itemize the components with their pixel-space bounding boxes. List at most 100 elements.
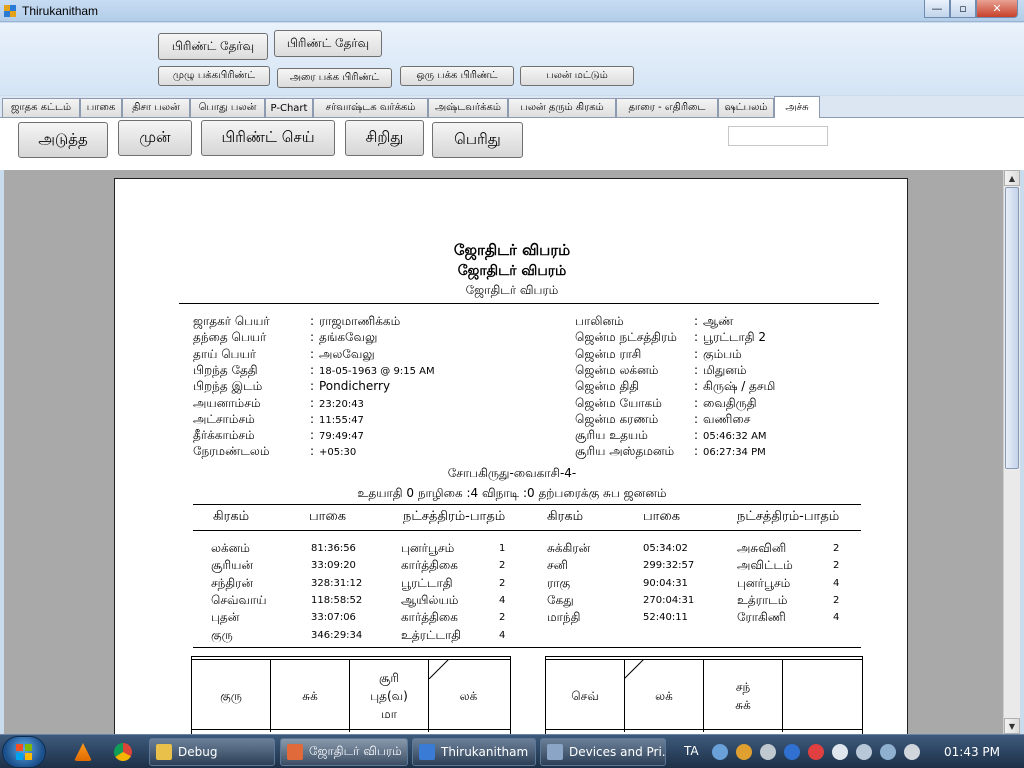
planet-degree: 90:04:31 [643,577,688,589]
tab-thaarai-ethiridai[interactable]: தாரை - எதிரிடை [616,98,718,117]
scroll-up-arrow-icon[interactable]: ▲ [1004,170,1020,186]
grid-header-divider [193,530,861,531]
network-icon[interactable] [880,744,896,760]
app-icon [4,4,16,17]
detail-label: தந்தை பெயர் [193,330,267,345]
detail-label: அட்சாம்சம் [193,411,255,426]
result-only-button[interactable]: பலன் மட்டும் [520,66,634,86]
clock[interactable]: 01:43 PM [944,745,1000,759]
volume-icon[interactable] [856,744,872,760]
detail-label: ஜென்ம ராசி [575,346,642,361]
sync-icon[interactable] [832,744,848,760]
zoom-larger-button[interactable]: பெரிது [432,122,523,158]
detail-label: தாய் பெயர் [193,346,257,361]
planet-pada: 4 [833,612,840,624]
planet-degree: 52:40:11 [643,612,688,624]
planet-pada: 1 [499,543,506,554]
planet-name: சனி [547,558,568,573]
taskbar-item-debug[interactable]: Debug [149,738,275,766]
detail-row: ஜென்ம யோகம்: வைதிருதி [575,395,757,411]
detail-label: சூரிய அஸ்தமனம் [575,444,675,459]
detail-value: தங்கவேலு [319,330,378,345]
scroll-down-arrow-icon[interactable]: ▼ [1004,718,1020,734]
tab-strip: ஜாதக கட்டம் பாகை திசா பலன் பொது பலன் P-C… [0,96,1024,118]
action-center-icon[interactable] [760,744,776,760]
tab-disa-palan[interactable]: திசா பலன் [122,98,190,117]
taskbar-item-thirukanitham[interactable]: Thirukanitham [412,738,536,766]
page-number-input[interactable] [728,126,828,146]
start-button[interactable] [2,736,46,768]
detail-value: அலவேலு [319,346,375,361]
print-select-button-2[interactable]: பிரிண்ட் தேர்வு [274,30,382,57]
detail-colon: : [693,411,699,426]
tab-shadbalam[interactable]: ஷட்பலம் [718,98,774,117]
half-page-print-button[interactable]: அரை பக்க பிரிண்ட் [277,68,392,88]
year-line: சோபகிருது-வைகாசி-4- [447,466,577,480]
language-indicator[interactable]: TA [684,744,699,758]
tab-pothu-palan[interactable]: பொது பலன் [190,98,265,117]
vertical-scrollbar[interactable]: ▲ ▼ [1003,170,1020,734]
scrollbar-thumb[interactable] [1005,187,1019,469]
previous-button[interactable]: முன் [118,120,192,156]
close-button[interactable]: ✕ [976,0,1018,18]
detail-row: தந்தை பெயர்: தங்கவேலு [193,329,377,345]
detail-row: அட்சாம்சம்:11:55:47 [193,411,364,429]
chart-cell [783,660,862,732]
title-bar: Thirukanitham — ▫ ✕ [0,0,1024,22]
detail-colon: : [693,428,699,443]
chart-cell: குரு [192,660,271,732]
antivirus-icon[interactable] [808,744,824,760]
tab-p-chart[interactable]: P-Chart [265,98,313,117]
detail-colon: : [693,330,699,345]
full-page-print-button[interactable]: முழு பக்கபிரிண்ட் [158,66,270,86]
zoom-smaller-button[interactable]: சிறிது [345,120,424,156]
vlc-icon[interactable] [74,743,92,761]
minimize-button[interactable]: — [924,0,950,18]
chrome-icon[interactable] [114,743,132,761]
detail-value: வணிசை [703,411,751,426]
print-preview-controls: அடுத்த முன் பிரிண்ட் செய் சிறிது பெரிது [0,118,1024,170]
planet-star: அசுவினி [737,541,787,555]
planet-star: உத்ராடம் [737,592,788,607]
chart-planet: சூரி [378,671,400,685]
planet-degree: 118:58:52 [311,594,363,606]
chart-planet: செவ் [571,689,599,703]
planet-degree: 81:36:56 [311,543,356,554]
planet-pada: 4 [499,629,506,641]
planet-star: கார்த்திகை [401,558,458,573]
print-select-button-1[interactable]: பிரிண்ட் தேர்வு [158,33,268,60]
planet-star: பூரட்டாதி [401,575,453,590]
power-icon[interactable] [904,744,920,760]
detail-label: அயனாம்சம் [193,395,261,410]
detail-value: பூரட்டாதி 2 [703,330,766,345]
detail-value: +05:30 [319,447,357,459]
tab-sarvashtaka-varkkam[interactable]: சர்வாஷ்டக வர்க்கம் [313,98,428,117]
taskbar-item-jothidar[interactable]: ஜோதிடர் விபரம் [280,738,408,766]
navamsa-chart: செவ் லக் சந் சுக் [545,656,863,734]
tab-achu[interactable]: அச்சு [774,96,820,118]
next-button[interactable]: அடுத்த [18,122,108,158]
chart-planet: லக் [459,689,478,703]
chart-cell: செவ் [546,660,625,732]
detail-colon: : [693,444,699,459]
bluetooth-icon[interactable] [784,744,800,760]
tab-jathaga-kattam[interactable]: ஜாதக கட்டம் [2,98,80,117]
detail-colon: : [693,362,699,377]
detail-colon: : [309,314,315,328]
devices-icon [547,744,563,760]
detail-label: ஜென்ம நட்சத்திரம் [575,330,677,345]
planet-name: மாந்தி [547,610,581,625]
tab-paagai[interactable]: பாகை [80,98,122,117]
grid-header-degree-2: பாகை [643,509,681,524]
print-button[interactable]: பிரிண்ட் செய் [201,120,335,156]
maximize-button[interactable]: ▫ [950,0,976,18]
planet-name: சூரியன் [211,558,254,573]
taskbar-item-devices[interactable]: Devices and Pri... [540,738,666,766]
planet-degree: 33:09:20 [311,560,356,572]
tab-ashtavarkkam[interactable]: அஷ்டவர்க்கம் [428,98,508,117]
one-page-print-button[interactable]: ஒரு பக்க பிரிண்ட் [400,66,514,86]
help-icon[interactable] [712,744,728,760]
detail-row: ஜென்ம நட்சத்திரம்: பூரட்டாதி 2 [575,329,766,345]
tab-palan-tharum-kiragam[interactable]: பலன் தரும் கிரகம் [508,98,616,117]
tray-app-icon[interactable] [736,744,752,760]
